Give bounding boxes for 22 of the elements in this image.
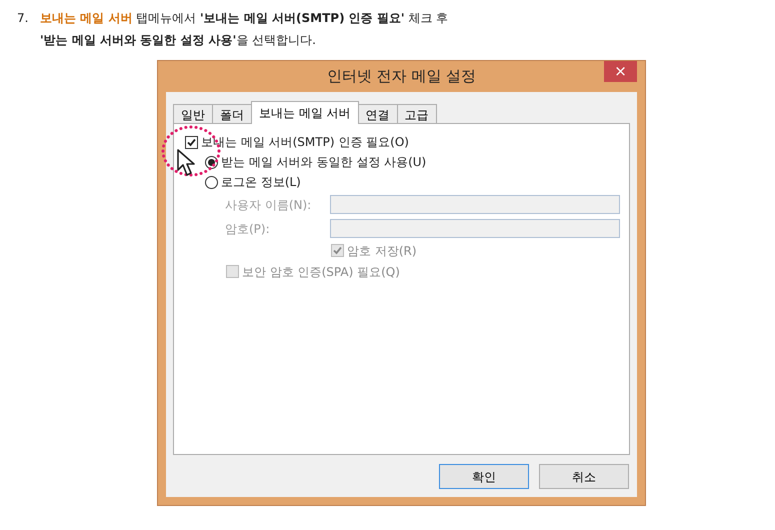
tab[interactable]: 보내는 메일 서버 [251,101,359,124]
radio-label: 로그온 정보(L) [221,174,301,191]
checkbox-label: 보내는 메일 서버(SMTP) 인증 필요(O) [201,134,409,151]
checkbox-label: 보안 암호 인증(SPA) 필요(Q) [242,264,400,280]
instruction-text: '받는 메일 서버와 동일한 설정 사용'을 선택합니다. [40,32,317,49]
tab[interactable]: 일반 [173,104,213,124]
checkbox-label: 암호 저장(R) [347,242,417,260]
radio-label: 받는 메일 서버와 동일한 설정 사용(U) [221,154,426,171]
cursor-icon [176,148,196,178]
close-button[interactable]: × [604,61,637,82]
tab[interactable]: 고급 [396,104,437,124]
radio-button[interactable] [205,176,218,188]
tab[interactable]: 폴더 [212,104,252,124]
step-number: 7. [17,10,30,27]
checkbox[interactable] [185,136,198,148]
instruction-text: 보내는 메일 서버 탭메뉴에서 '보내는 메일 서버(SMTP) 인증 필요' 체크 후 [40,10,448,27]
field-label: 사용자 이름(N): [225,196,312,214]
dialog-button[interactable]: 취소 [539,464,629,489]
window-title: 인터넷 전자 메일 설정 [326,66,476,88]
tab[interactable]: 연결 [358,104,398,124]
dialog-button[interactable]: 확인 [439,464,529,489]
field-label: 암호(P): [225,220,271,238]
